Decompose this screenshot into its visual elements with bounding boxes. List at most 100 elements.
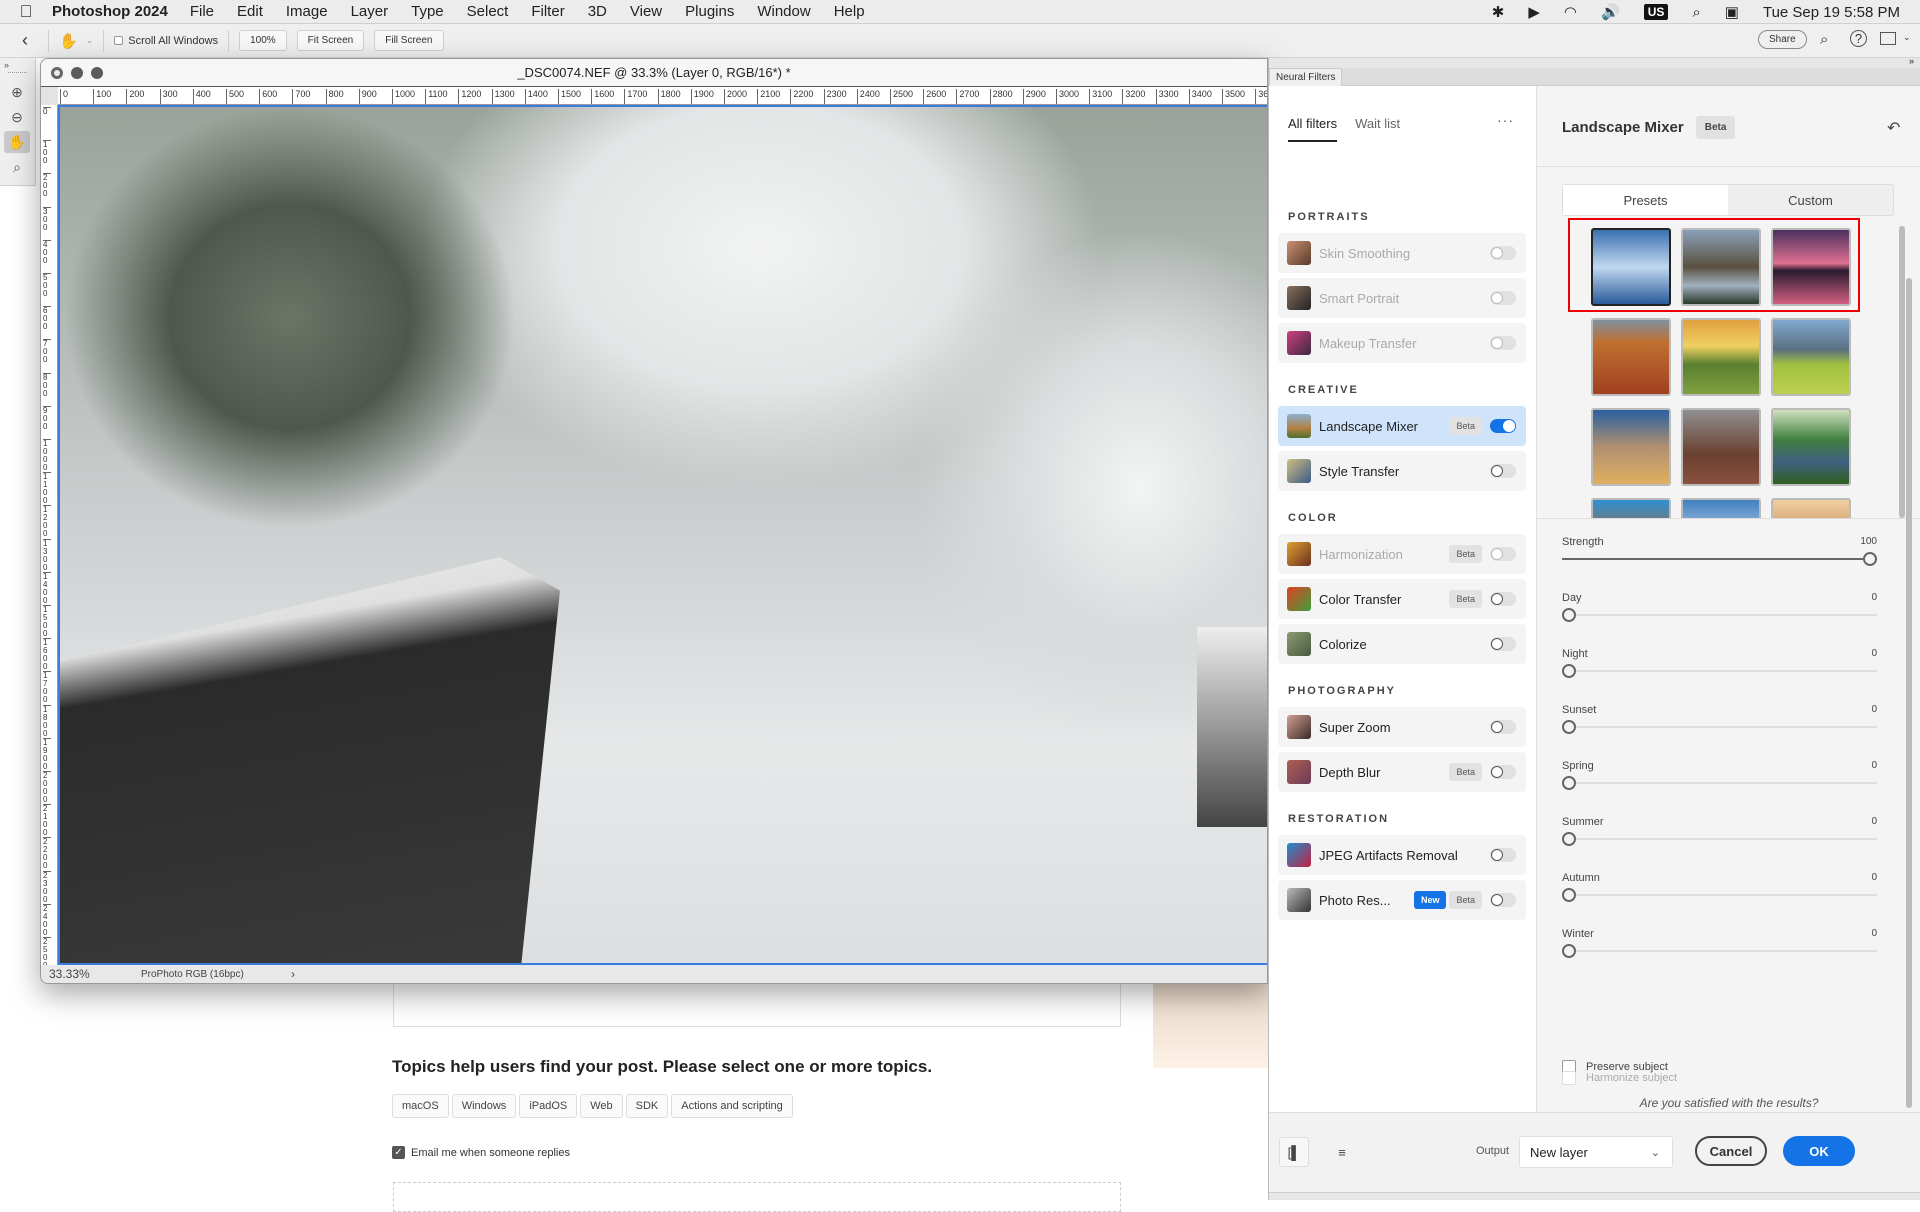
slider-track[interactable]: [1562, 838, 1877, 840]
topic-chip[interactable]: Windows: [451, 1094, 517, 1118]
slider-knob[interactable]: [1562, 944, 1576, 958]
filter-toggle[interactable]: [1490, 246, 1516, 260]
control-center-icon[interactable]: ▣: [1725, 3, 1739, 21]
filter-toggle[interactable]: [1490, 893, 1516, 907]
preset-monument-valley[interactable]: [1681, 408, 1761, 486]
slider-track[interactable]: [1562, 670, 1877, 672]
preset-scrollbar[interactable]: [1899, 226, 1905, 518]
preset-sunrise-green-hills[interactable]: [1681, 318, 1761, 396]
slider-knob[interactable]: [1562, 776, 1576, 790]
filter-toggle[interactable]: [1490, 547, 1516, 561]
slider-strength[interactable]: Strength 100: [1562, 536, 1877, 582]
search-icon[interactable]: ⌕: [1692, 4, 1700, 21]
filter-toggle[interactable]: [1490, 419, 1516, 433]
filter-toggle[interactable]: [1490, 336, 1516, 350]
preset-desert-canyon[interactable]: [1591, 318, 1671, 396]
filter-item[interactable]: Colorize: [1278, 624, 1526, 664]
tab-wait-list[interactable]: Wait list: [1355, 116, 1400, 142]
preset-pink-sunset-peak[interactable]: [1771, 228, 1851, 306]
workspace-chevron-icon[interactable]: ⌄: [1903, 32, 1911, 43]
custom-tab[interactable]: Custom: [1728, 185, 1893, 215]
tab-all-filters[interactable]: All filters: [1288, 116, 1338, 142]
preset-desert-mesa[interactable]: [1591, 408, 1671, 486]
slider-track[interactable]: [1562, 726, 1877, 728]
preset-snowy-mountain-lake[interactable]: [1591, 228, 1671, 306]
filter-item[interactable]: Super Zoom: [1278, 707, 1526, 747]
play-circle-icon[interactable]: ▶: [1528, 3, 1540, 21]
slider-knob[interactable]: [1863, 552, 1877, 566]
topic-chip[interactable]: macOS: [392, 1094, 449, 1118]
attachment-dropzone[interactable]: [393, 1182, 1121, 1212]
email-replies-checkbox[interactable]: ✓ Email me when someone replies: [392, 1146, 570, 1159]
filter-item[interactable]: Landscape Mixer Beta: [1278, 406, 1526, 446]
preset-golden-cliffs[interactable]: [1771, 498, 1851, 518]
zoom-100-button[interactable]: 100%: [239, 30, 287, 51]
topic-chip[interactable]: SDK: [625, 1094, 669, 1118]
filter-toggle[interactable]: [1490, 592, 1516, 606]
filter-item[interactable]: Harmonization Beta: [1278, 534, 1526, 574]
zoom-in-icon[interactable]: ⊕: [4, 81, 30, 103]
preset-green-river-valley[interactable]: [1771, 408, 1851, 486]
filter-toggle[interactable]: [1490, 848, 1516, 862]
slider-knob[interactable]: [1562, 888, 1576, 902]
collapse-icon[interactable]: »: [0, 58, 35, 72]
slider-autumn[interactable]: Autumn 0: [1562, 872, 1877, 918]
filter-item[interactable]: Smart Portrait: [1278, 278, 1526, 318]
workspace-icon[interactable]: [1880, 32, 1896, 45]
slider-knob[interactable]: [1562, 608, 1576, 622]
output-select[interactable]: New layer ⌄: [1519, 1136, 1673, 1168]
topic-chip[interactable]: Web: [580, 1094, 623, 1118]
input-source-icon[interactable]: US: [1643, 4, 1669, 20]
satisfaction-prompt[interactable]: Are you satisfied with the results?: [1537, 1096, 1920, 1110]
slider-summer[interactable]: Summer 0: [1562, 816, 1877, 862]
preset-mountain-valley-river[interactable]: [1681, 228, 1761, 306]
wifi-icon[interactable]: ◠: [1564, 3, 1577, 21]
status-menu-chevron-icon[interactable]: ›: [291, 967, 295, 981]
slider-winter[interactable]: Winter 0: [1562, 928, 1877, 974]
app-menu[interactable]: Photoshop 2024: [52, 3, 168, 20]
filter-item[interactable]: Style Transfer: [1278, 451, 1526, 491]
slider-knob[interactable]: [1562, 720, 1576, 734]
hand-tool-icon[interactable]: ✋: [4, 131, 30, 153]
filter-toggle[interactable]: [1490, 720, 1516, 734]
menu-image[interactable]: Image: [286, 3, 328, 20]
filter-item[interactable]: Color Transfer Beta: [1278, 579, 1526, 619]
ok-button[interactable]: OK: [1783, 1136, 1855, 1166]
image-canvas[interactable]: [58, 105, 1267, 965]
slider-track[interactable]: [1562, 950, 1877, 952]
cancel-button[interactable]: Cancel: [1695, 1136, 1767, 1166]
collapse-panel-icon[interactable]: »: [1909, 56, 1914, 66]
filter-toggle[interactable]: [1490, 637, 1516, 651]
slider-spring[interactable]: Spring 0: [1562, 760, 1877, 806]
fill-screen-button[interactable]: Fill Screen: [374, 30, 444, 51]
filter-item[interactable]: Makeup Transfer: [1278, 323, 1526, 363]
zoom-level[interactable]: 33.33%: [41, 967, 121, 981]
filter-toggle[interactable]: [1490, 291, 1516, 305]
menu-layer[interactable]: Layer: [351, 3, 389, 20]
zoom-tool-icon[interactable]: ⌕: [4, 156, 30, 178]
slider-sunset[interactable]: Sunset 0: [1562, 704, 1877, 750]
menu-view[interactable]: View: [630, 3, 662, 20]
filter-toggle[interactable]: [1490, 765, 1516, 779]
menu-type[interactable]: Type: [411, 3, 444, 20]
menu-file[interactable]: File: [190, 3, 214, 20]
topic-chip[interactable]: Actions and scripting: [671, 1094, 793, 1118]
fit-screen-button[interactable]: Fit Screen: [296, 30, 365, 51]
panel-resize-grip[interactable]: [1269, 1192, 1920, 1200]
filter-item[interactable]: JPEG Artifacts Removal: [1278, 835, 1526, 875]
layers-preview-icon[interactable]: ≡: [1327, 1137, 1357, 1167]
tool-preset-chevron-icon[interactable]: ⌄: [86, 35, 94, 46]
preset-autumn-forest[interactable]: [1591, 498, 1671, 518]
reset-icon[interactable]: ↶: [1887, 118, 1900, 138]
slider-track[interactable]: [1562, 782, 1877, 784]
filter-item[interactable]: Depth Blur Beta: [1278, 752, 1526, 792]
menu-plugins[interactable]: Plugins: [685, 3, 734, 20]
checkbox-box[interactable]: [1562, 1071, 1576, 1085]
topic-chip[interactable]: iPadOS: [519, 1094, 578, 1118]
search-icon[interactable]: ⌕: [1820, 31, 1828, 48]
menu-filter[interactable]: Filter: [531, 3, 564, 20]
menu-select[interactable]: Select: [467, 3, 509, 20]
vertical-ruler[interactable]: 0 100 200 300 400 500 600 700 800 900 1000 1100 1200…: [41, 105, 58, 965]
bluetooth-icon[interactable]: ✱: [1492, 3, 1505, 21]
post-textarea[interactable]: [393, 984, 1121, 1027]
